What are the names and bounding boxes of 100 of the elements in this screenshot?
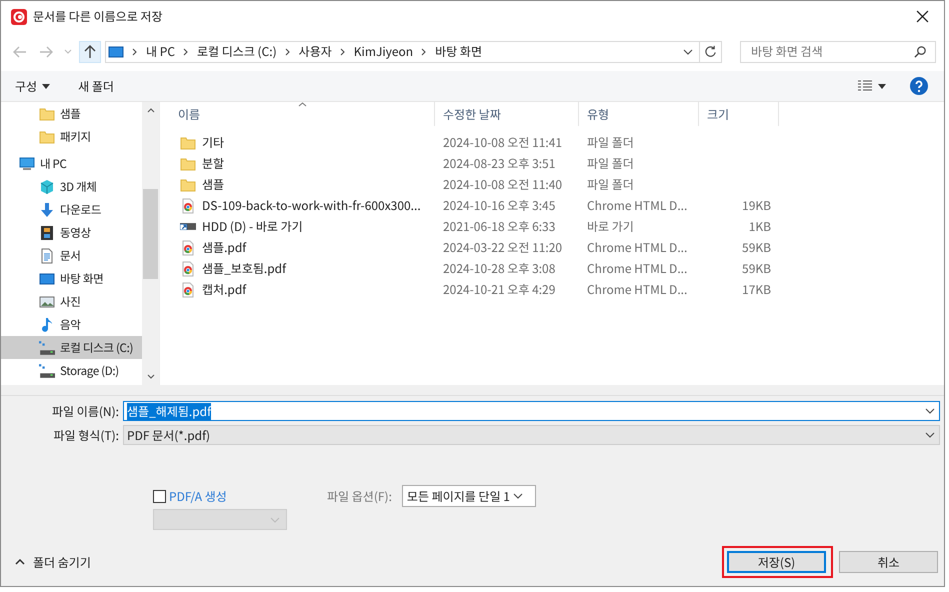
- folder-icon: [180, 176, 196, 192]
- chevron-down-icon: [270, 516, 280, 522]
- refresh-icon: [704, 45, 717, 58]
- save-button[interactable]: 저장(S): [727, 551, 826, 573]
- chevron-right-icon: [421, 48, 428, 56]
- file-name[interactable]: 샘플: [202, 176, 224, 193]
- sidebar-item[interactable]: 사진: [39, 294, 81, 310]
- table-cell-text: 2024-10-28 오후 3:08: [442, 260, 556, 277]
- help-button[interactable]: [910, 77, 928, 95]
- table-cell-text: 59KB: [741, 239, 772, 256]
- table-cell-text: Chrome HTML D...: [586, 197, 688, 214]
- column-header[interactable]: 수정한 날짜: [435, 102, 579, 126]
- sidebar-item[interactable]: Storage (D:): [39, 362, 119, 378]
- file-name[interactable]: DS-109-back-to-work-with-fr-600x300...: [202, 197, 421, 214]
- folder-icon: [180, 156, 196, 172]
- search-icon: [914, 45, 927, 58]
- table-cell-text: Chrome HTML D...: [586, 239, 688, 256]
- address-bar[interactable]: 내 PC 로컬 디스크 (C:) 사용자 KimJiyeon 바탕 화면: [105, 40, 700, 62]
- sidebar-item[interactable]: 샘플: [39, 106, 81, 122]
- field-label: 파일 옵션(F):: [327, 488, 392, 505]
- new-folder-button[interactable]: 새 폴더: [74, 76, 118, 96]
- down-arrow-icon: [39, 202, 55, 218]
- field-label: 파일 형식(T):: [52, 426, 120, 444]
- file-name[interactable]: 기타: [202, 134, 224, 151]
- file-name-field[interactable]: 샘플_해제됨.pdf: [123, 401, 940, 421]
- breadcrumb-item[interactable]: KimJiyeon: [354, 43, 414, 60]
- picture-icon: [39, 294, 55, 310]
- sidebar-item[interactable]: 바탕 화면: [39, 270, 104, 286]
- hide-folders-button[interactable]: 폴더 숨기기: [15, 554, 91, 570]
- close-icon: [916, 10, 928, 23]
- window-title: 문서를 다른 이름으로 저장: [33, 8, 163, 25]
- chevron-down-icon: [146, 374, 154, 379]
- checkbox-label[interactable]: PDF/A 생성: [169, 488, 227, 505]
- sidebar-item[interactable]: 동영상: [39, 224, 91, 240]
- search-box[interactable]: 바탕 화면 검색: [740, 40, 936, 62]
- right-arrow-icon: [39, 46, 53, 58]
- table-cell-text: 바로 가기: [586, 218, 635, 235]
- chevron-up-icon: [146, 108, 154, 113]
- table-cell-text: 2024-03-22 오전 11:20: [442, 239, 564, 256]
- left-arrow-icon: [13, 46, 27, 58]
- chrome-file-icon: [180, 198, 196, 214]
- table-cell-text: 2024-08-23 오후 3:51: [442, 155, 556, 172]
- film-icon: [39, 224, 55, 240]
- sidebar-item[interactable]: 내 PC: [19, 156, 67, 172]
- chevron-down-icon: [925, 432, 935, 438]
- chevron-right-icon: [132, 48, 138, 56]
- organize-button[interactable]: 구성: [11, 76, 54, 96]
- file-type-dropdown[interactable]: PDF 문서(*.pdf): [123, 425, 940, 445]
- column-header[interactable]: 유형: [579, 102, 699, 126]
- file-name[interactable]: 샘플.pdf: [202, 239, 246, 256]
- drive-icon: [39, 362, 55, 378]
- sidebar-item[interactable]: 패키지: [39, 128, 91, 144]
- table-cell-text: Chrome HTML D...: [586, 260, 688, 277]
- folder-icon: [39, 128, 55, 144]
- caret-icon: [878, 84, 886, 88]
- app-logo-icon: [11, 8, 27, 24]
- file-name[interactable]: HDD (D) - 바로 가기: [202, 218, 303, 235]
- table-cell-text: 2024-10-16 오후 3:45: [442, 197, 556, 214]
- cancel-button[interactable]: 취소: [839, 551, 938, 573]
- breadcrumb-item[interactable]: 로컬 디스크 (C:): [196, 43, 277, 60]
- file-option-dropdown[interactable]: 모든 페이지를 단일 1: [402, 485, 536, 507]
- table-cell-text: 2024-10-08 오전 11:41: [442, 134, 564, 151]
- shortcut-drive-icon: [180, 223, 196, 230]
- drive-icon: [39, 340, 55, 356]
- refresh-button[interactable]: [700, 40, 722, 62]
- table-cell-text: 파일 폴더: [586, 134, 635, 151]
- list-view-icon: [857, 80, 873, 92]
- computer-icon: [19, 156, 35, 172]
- chevron-down-icon: [64, 48, 72, 54]
- chevron-up-icon: [15, 559, 25, 565]
- file-name[interactable]: 샘플_보호됨.pdf: [202, 260, 286, 277]
- table-cell-text: 59KB: [741, 260, 772, 277]
- table-cell-text: 2024-10-21 오후 4:29: [442, 281, 556, 298]
- monitor-icon: [39, 270, 55, 286]
- chrome-file-icon: [180, 282, 196, 298]
- breadcrumb-item[interactable]: 바탕 화면: [435, 43, 482, 60]
- field-label: 파일 이름(N):: [51, 402, 120, 420]
- sidebar-item[interactable]: 다운로드: [39, 202, 102, 218]
- breadcrumb-item[interactable]: 사용자: [298, 43, 332, 60]
- chrome-file-icon: [180, 240, 196, 256]
- table-cell-text: 1KB: [748, 218, 772, 235]
- sidebar-item[interactable]: 음악: [39, 316, 81, 332]
- breadcrumb-item[interactable]: 내 PC: [146, 43, 175, 60]
- chevron-right-icon: [340, 48, 346, 56]
- table-cell-text: 2024-10-08 오전 11:40: [442, 176, 564, 193]
- up-arrow-icon: [84, 44, 96, 58]
- checkbox[interactable]: [153, 490, 166, 503]
- column-header[interactable]: 이름: [170, 102, 435, 126]
- chevron-down-icon: [683, 48, 693, 54]
- chevron-down-icon: [512, 493, 523, 499]
- table-cell-text: 파일 폴더: [586, 176, 635, 193]
- sidebar-item[interactable]: 문서: [39, 248, 81, 264]
- up-button[interactable]: [79, 40, 101, 62]
- file-name[interactable]: 분할: [202, 155, 224, 172]
- file-name[interactable]: 캡처.pdf: [202, 281, 246, 298]
- column-header[interactable]: 크기: [699, 102, 779, 126]
- sidebar-item[interactable]: 3D 개체: [39, 178, 97, 194]
- table-cell-text: 17KB: [741, 281, 772, 298]
- folder-icon: [180, 134, 196, 150]
- help-icon: [910, 77, 928, 95]
